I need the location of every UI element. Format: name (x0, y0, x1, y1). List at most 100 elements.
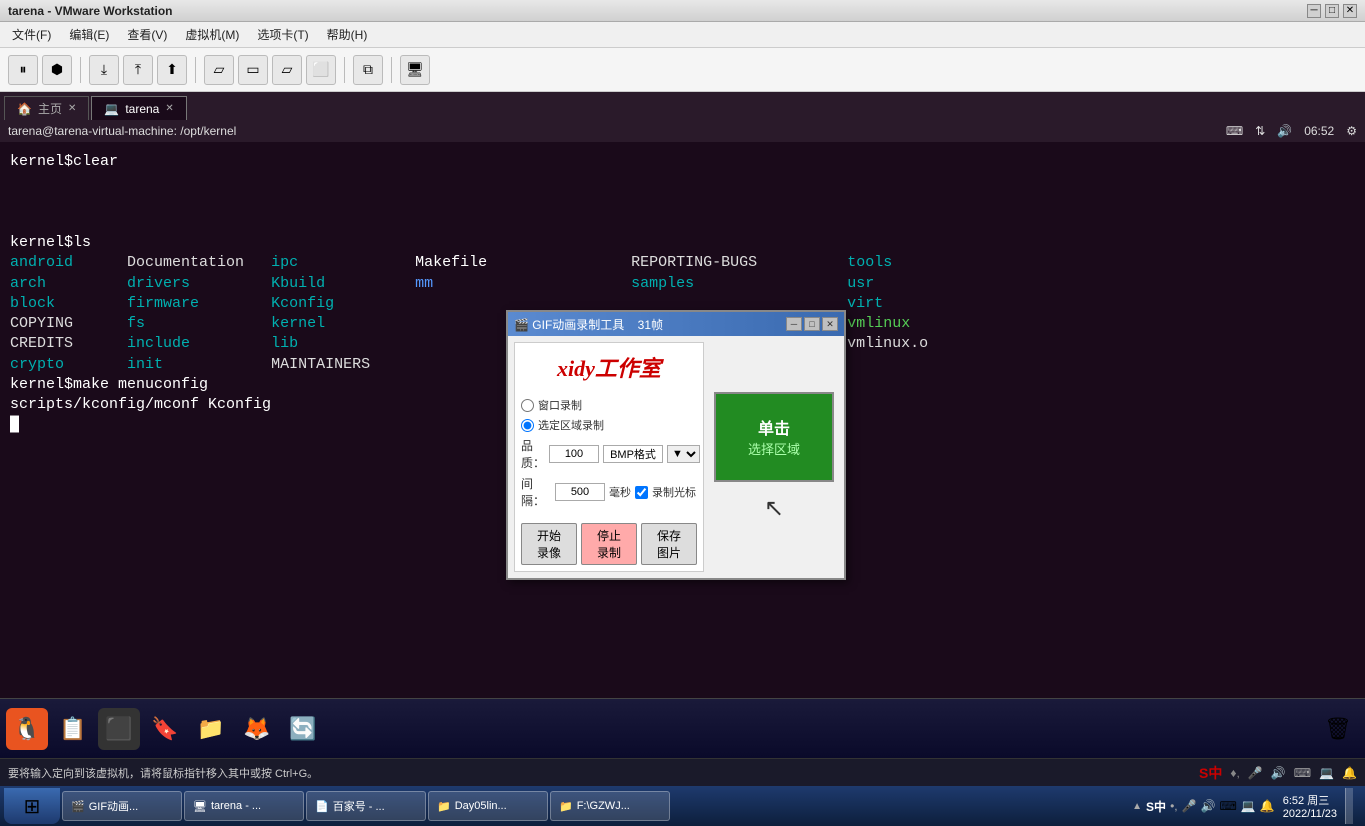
toolbar-sep3 (344, 57, 345, 83)
gif-titlebar: 🎬 GIF动画录制工具 31帧 ─ □ ✕ (508, 312, 844, 336)
tab-home-label: 主页 (38, 100, 62, 117)
term-line-ls2: arch drivers Kbuild mm samples usr (10, 274, 1355, 294)
menu-help[interactable]: 帮助(H) (319, 24, 376, 45)
taskbar-baijia[interactable]: 📄 百家号 - ... (306, 791, 426, 821)
menu-view[interactable]: 查看(V) (119, 24, 175, 45)
cursor-label: 录制光标 (652, 484, 696, 500)
systray: ▲ S中 •, 🎤 🔊 ⌨ 💻 🔔 6:52 周三2022/11/23 (1124, 788, 1361, 824)
firefox-icon[interactable]: 🦊 (236, 708, 278, 750)
app-taskbar: 🐧 📋 ⬛ 🔖 📁 🦊 🔄 🗑 (0, 698, 1365, 758)
systray-expand[interactable]: ▲ (1132, 801, 1142, 812)
taskbar-day05[interactable]: 📁 Day05lin... (428, 791, 548, 821)
preview-line2: 选择区域 (748, 439, 800, 458)
toolbar-pause[interactable]: ⏸ (8, 55, 38, 85)
taskbar-gzwj[interactable]: 📁 F:\GZWJ... (550, 791, 670, 821)
toolbar-btn6[interactable]: ▱ (204, 55, 234, 85)
terminal-app-icon[interactable]: ⬛ (98, 708, 140, 750)
cursor-checkbox[interactable] (635, 486, 648, 499)
tab-home-close[interactable]: ✕ (68, 103, 76, 114)
format-select[interactable]: ▼ (667, 445, 700, 463)
taskbar-tarena-icon: 🖥 (193, 800, 207, 813)
app2-icon[interactable]: 📋 (52, 708, 94, 750)
menu-vm[interactable]: 虚拟机(M) (177, 24, 247, 45)
start-button[interactable]: ⊞ (4, 788, 60, 824)
show-desktop-btn[interactable] (1345, 788, 1353, 824)
tab-home[interactable]: 🏠 主页 ✕ (4, 96, 89, 120)
settings-icon: ⚙ (1346, 124, 1357, 138)
gif-left-panel: xidy工作室 窗口录制 选定区域录制 品质： (514, 342, 704, 572)
taskbar-gif-icon: 🎬 (71, 800, 85, 813)
toolbar-btn9[interactable]: ⬜ (306, 55, 336, 85)
gif-window-controls: ─ □ ✕ (786, 317, 838, 331)
gif-radio-row2: 选定区域录制 (521, 417, 697, 433)
app4-icon[interactable]: 🔖 (144, 708, 186, 750)
term-line-blank1 (10, 172, 1355, 192)
taskbar-day05-icon: 📁 (437, 800, 451, 813)
terminal[interactable]: kernel$clear kernel$ls android Documenta… (0, 142, 1365, 698)
systray-sougou[interactable]: S中 (1146, 798, 1166, 815)
taskbar-gzwj-icon: 📁 (559, 800, 573, 813)
gif-quality-row: 品质： ▼ (521, 437, 697, 471)
term-line-blank3 (10, 213, 1355, 233)
menu-file[interactable]: 文件(F) (4, 24, 59, 45)
arrows-icon: ⇅ (1255, 124, 1265, 138)
tab-tarena-label: tarena (125, 102, 159, 116)
gif-maximize[interactable]: □ (804, 317, 820, 331)
taskbar-tarena[interactable]: 🖥 tarena - ... (184, 791, 304, 821)
gif-buttons: 开始录像 停止录制 保存图片 (515, 519, 703, 571)
gif-options: 窗口录制 选定区域录制 品质： ▼ 间 (515, 391, 703, 519)
systray-keyboard[interactable]: ⌨ (1220, 799, 1237, 813)
systray-mic[interactable]: 🎤 (1182, 799, 1197, 813)
preview-line1: 单击 (758, 415, 790, 439)
toolbar-btn7[interactable]: ▭ (238, 55, 268, 85)
gif-preview: 单击 选择区域 (714, 392, 834, 482)
menu-edit[interactable]: 编辑(E) (61, 24, 117, 45)
gif-close[interactable]: ✕ (822, 317, 838, 331)
terminal-time: 06:52 (1304, 124, 1334, 138)
taskbar-gzwj-label: F:\GZWJ... (577, 800, 630, 812)
systray-notify[interactable]: 🔔 (1260, 799, 1275, 813)
minimize-button[interactable]: ─ (1307, 4, 1321, 18)
toolbar-btn10[interactable]: ⧉ (353, 55, 383, 85)
stop-record-button[interactable]: 停止录制 (581, 523, 637, 565)
interval-input[interactable] (555, 483, 605, 501)
term-line-ls1: android Documentation ipc Makefile REPOR… (10, 253, 1355, 273)
term-line-blank2 (10, 193, 1355, 213)
systray-dot: •, (1170, 799, 1178, 813)
taskbar-gif[interactable]: 🎬 GIF动画... (62, 791, 182, 821)
notification-icon: 🔔 (1342, 766, 1357, 780)
sougou-icon[interactable]: S中 (1199, 763, 1222, 783)
update-manager-icon[interactable]: 🔄 (282, 708, 324, 750)
toolbar-btn5[interactable]: ⬆ (157, 55, 187, 85)
systray-net[interactable]: 💻 (1241, 799, 1256, 813)
ubuntu-icon[interactable]: 🐧 (6, 708, 48, 750)
keyboard-icon: ⌨ (1226, 124, 1243, 138)
interval-label: 间隔： (521, 475, 551, 509)
close-button[interactable]: ✕ (1343, 4, 1357, 18)
systray-volume[interactable]: 🔊 (1201, 799, 1216, 813)
toolbar-btn8[interactable]: ▱ (272, 55, 302, 85)
toolbar-btn2[interactable]: ⬢ (42, 55, 72, 85)
statusbar: 要将输入定向到该虚拟机，请将鼠标指针移入其中或按 Ctrl+G。 S中 ♦, 🎤… (0, 758, 1365, 786)
files-icon[interactable]: 📁 (190, 708, 232, 750)
quality-input[interactable] (549, 445, 599, 463)
menu-tabs[interactable]: 选项卡(T) (249, 24, 316, 45)
format-input[interactable] (603, 445, 663, 463)
gif-logo: xidy工作室 (515, 343, 703, 391)
term-line-ls: kernel$ls (10, 233, 1355, 253)
gif-minimize[interactable]: ─ (786, 317, 802, 331)
gif-right-panel: 单击 选择区域 ↖ (710, 342, 838, 572)
network-status-icon: 💻 (1319, 766, 1334, 780)
tab-tarena-close[interactable]: ✕ (165, 103, 173, 114)
radio-region[interactable] (521, 419, 534, 432)
maximize-button[interactable]: □ (1325, 4, 1339, 18)
toolbar-btn4[interactable]: ⤒ (123, 55, 153, 85)
gif-title: 🎬 GIF动画录制工具 31帧 (514, 316, 663, 333)
toolbar-btn11[interactable]: 🖥 (400, 55, 430, 85)
tab-tarena[interactable]: 💻 tarena ✕ (91, 96, 186, 120)
trash-icon[interactable]: 🗑 (1317, 708, 1359, 750)
toolbar-btn3[interactable]: ⤓ (89, 55, 119, 85)
radio-window[interactable] (521, 399, 534, 412)
save-image-button[interactable]: 保存图片 (641, 523, 697, 565)
start-record-button[interactable]: 开始录像 (521, 523, 577, 565)
